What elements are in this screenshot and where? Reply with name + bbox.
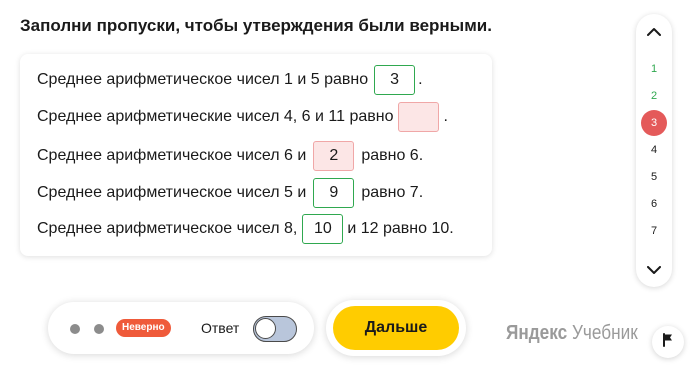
task-nav-item[interactable]: 2 [640,83,668,110]
answer-field-incorrect[interactable]: 2 [313,141,355,171]
logo-product: Учебник [571,322,638,344]
task-nav-item-current[interactable]: 3 [640,110,668,137]
answer-field-correct[interactable]: 3 [374,65,416,95]
report-button[interactable] [652,326,684,358]
statement-row: Среднее арифметическое чисел 8, 10 и 12 … [37,214,454,244]
statement-text-after: равно 7. [361,184,424,201]
statement-text: Среднее арифметические чисел 4, 6 и 11 р… [37,108,394,125]
task-navigator: 1 2 3 4 5 6 7 [636,14,672,287]
pager-dot[interactable] [94,324,104,334]
flag-icon [662,332,674,352]
toggle-knob [255,318,276,339]
chevron-up-icon[interactable] [636,20,672,42]
task-nav-item[interactable]: 6 [640,191,668,218]
chevron-down-icon[interactable] [636,259,672,281]
statement-text-after: и 12 равно 10. [347,220,454,237]
yandex-uchebnik-logo: Яндекс Учебник [506,322,638,345]
statement-text-after: равно 6. [361,147,424,164]
answer-field-correct[interactable]: 10 [302,214,344,244]
statement-text-after: . [418,71,423,88]
answer-toggle[interactable] [253,316,297,342]
bottom-control-bar: Неверно Ответ [48,302,314,354]
task-nav-item[interactable]: 4 [640,137,668,164]
task-nav-item[interactable]: 7 [640,218,668,245]
statement-row: Среднее арифметические чисел 4, 6 и 11 р… [37,102,448,132]
task-nav-item[interactable]: 5 [640,164,668,191]
statement-row: Среднее арифметическое чисел 6 и 2 равно… [37,141,423,171]
statement-text: Среднее арифметическое чисел 1 и 5 равно [37,71,369,88]
next-button[interactable]: Дальше [333,306,459,350]
pager-dot[interactable] [70,324,80,334]
statement-text: Среднее арифметическое чисел 6 и [37,147,307,164]
answer-toggle-label: Ответ [201,320,240,336]
next-button-container: Дальше [326,300,466,356]
answer-field-incorrect[interactable] [398,102,440,132]
task-instruction: Заполни пропуски, чтобы утверждения были… [20,16,492,35]
result-badge: Неверно [116,319,171,337]
statement-text-after: . [443,108,448,125]
answer-field-correct[interactable]: 9 [313,178,355,208]
statements-card: Среднее арифметическое чисел 1 и 5 равно… [20,54,492,256]
statement-text: Среднее арифметическое чисел 8, [37,220,298,237]
statement-row: Среднее арифметическое чисел 5 и 9 равно… [37,178,423,208]
statement-text: Среднее арифметическое чисел 5 и [37,184,307,201]
statement-row: Среднее арифметическое чисел 1 и 5 равно… [37,65,423,95]
task-nav-item[interactable]: 1 [640,56,668,83]
logo-brand: Яндекс [506,322,568,344]
